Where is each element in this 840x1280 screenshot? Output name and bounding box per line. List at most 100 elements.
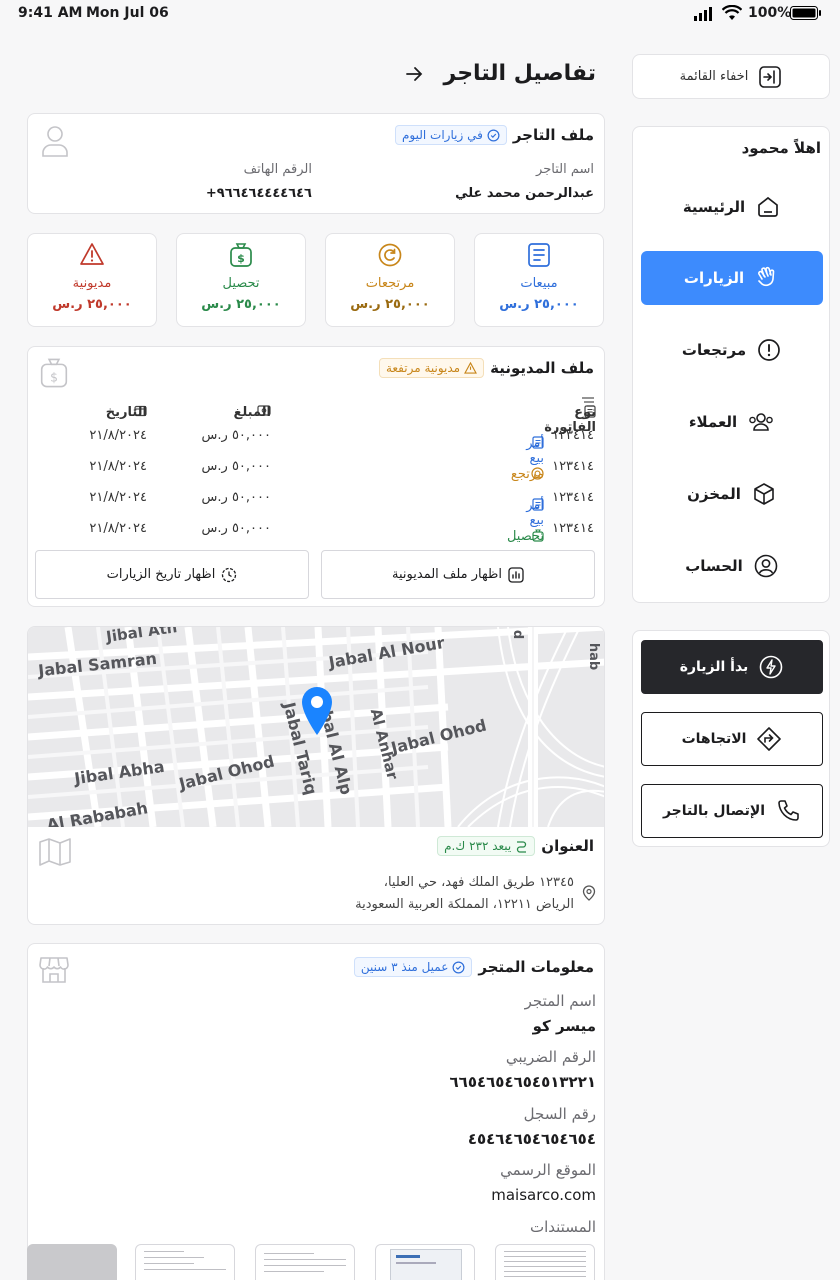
- check-badge-icon: [452, 961, 465, 974]
- sidebar-nav: اهلاً محمود الرئيسية الزيارات مرتجعات ال…: [632, 126, 830, 603]
- phone-icon: [775, 798, 801, 824]
- customer-since-badge-text: عميل منذ ٣ سنين: [360, 960, 449, 974]
- today-visits-badge-text: في زيارات اليوم: [402, 128, 483, 142]
- map-view[interactable]: Jibal Ath Jabal Samran Jabal Al Nour Jeb…: [28, 627, 604, 827]
- invoice-type: تحصيل: [506, 529, 544, 544]
- hide-menu-button[interactable]: اخفاء القائمة: [632, 54, 830, 99]
- sidebar-item-visits[interactable]: الزيارات: [641, 251, 823, 305]
- battery-percent: 100%: [748, 5, 792, 21]
- alert-circle-icon: [756, 337, 782, 363]
- stat-sales[interactable]: مبيعات ٢٥,٠٠٠ ر.س: [474, 233, 604, 327]
- money-bag-icon: $: [38, 357, 70, 393]
- store-website-link[interactable]: maisarco.com: [491, 1186, 596, 1204]
- show-debt-file-label: اظهار ملف المديونية: [392, 567, 502, 582]
- store-title: معلومات المتجر: [478, 958, 594, 976]
- status-date: Mon Jul 06: [86, 5, 169, 21]
- invoice-date: ٢١/٨/٢٠٢٤: [89, 521, 147, 536]
- col-date-header: التاريخ: [105, 405, 147, 420]
- store-field-label: الرقم الضريبي: [505, 1048, 596, 1066]
- start-visit-label: بدأ الزيارة: [679, 659, 749, 675]
- hide-menu-label: اخفاء القائمة: [679, 69, 749, 84]
- table-row[interactable]: ١٢٣٤١٤ تحصيل ٥٠,٠٠٠ ر.س ٢١/٨/٢٠٢٤: [28, 513, 604, 544]
- table-row[interactable]: ١٢٣٤١٤ أمر بيع ٥٠,٠٠٠ ر.س ٢١/٨/٢٠٢٤: [28, 482, 604, 528]
- phone-label: الرقم الهاتف: [243, 162, 312, 177]
- sidebar-item-account[interactable]: الحساب: [641, 539, 823, 593]
- invoice-id: ١٢٣٤١٤: [552, 490, 594, 505]
- stat-name: مديونية: [72, 276, 112, 291]
- invoice-type: مرتجع: [510, 467, 544, 482]
- phone-value: +٩٦٦٤٦٤٤٤٤٦٤٦: [205, 186, 312, 201]
- start-visit-button[interactable]: بدأ الزيارة: [641, 640, 823, 694]
- merchant-name-label: اسم التاجر: [536, 162, 594, 177]
- store-field-value: ٦٦٥٤٦٥٤٦٥٤٥١٣٢٢١: [449, 1073, 596, 1091]
- document-thumbnail[interactable]: [255, 1244, 355, 1280]
- status-time: 9:41 AM: [18, 5, 83, 21]
- box-icon: [751, 481, 777, 507]
- route-icon: [515, 840, 528, 853]
- sidebar-item-customers[interactable]: العملاء: [641, 395, 823, 449]
- merchant-name-value: عبدالرحمن محمد علي: [455, 186, 594, 201]
- collapse-sidebar-icon: [758, 65, 782, 89]
- stat-debt[interactable]: مديونية ٢٥,٠٠٠ ر.س: [27, 233, 157, 327]
- sidebar-item-home[interactable]: الرئيسية: [641, 180, 823, 234]
- stat-amount: ٢٥,٠٠٠ ر.س: [201, 297, 281, 312]
- address-line-1: ١٢٣٤٥ طريق الملك فهد، حي العليا،: [383, 875, 574, 890]
- document-thumbnail[interactable]: [27, 1244, 117, 1280]
- user-avatar-icon: [40, 124, 70, 162]
- arrow-right-icon[interactable]: [404, 64, 424, 84]
- sidebar-item-label: العملاء: [688, 413, 738, 431]
- signal-icon: [694, 7, 716, 25]
- stat-collection[interactable]: $ تحصيل ٢٥,٠٠٠ ر.س: [176, 233, 306, 327]
- stat-returns[interactable]: مرتجعات ٢٥,٠٠٠ ر.س: [325, 233, 455, 327]
- document-thumbnail[interactable]: [495, 1244, 595, 1280]
- invoice-id: ١٢٣٤١٤: [552, 459, 594, 474]
- warning-triangle-icon: [79, 242, 105, 268]
- address-title: العنوان: [541, 837, 594, 855]
- merchant-profile-card: ملف التاجر في زيارات اليوم اسم التاجر عب…: [27, 113, 605, 214]
- stat-name: مبيعات: [520, 276, 558, 291]
- stat-amount: ٢٥,٠٠٠ ر.س: [52, 297, 132, 312]
- stat-name: مرتجعات: [365, 276, 415, 291]
- sidebar-item-label: المخزن: [687, 485, 741, 503]
- store-info-card: معلومات المتجر عميل منذ ٣ سنين اسم المتج…: [27, 943, 605, 1280]
- store-field-value: ٤٥٤٦٤٦٥٤٦٥٤٦٥٤: [467, 1130, 596, 1148]
- show-debt-file-button[interactable]: اظهار ملف المديونية: [321, 550, 595, 599]
- invoice-amount: ٥٠,٠٠٠ ر.س: [201, 428, 271, 443]
- battery-icon: [790, 6, 822, 25]
- customer-since-badge: عميل منذ ٣ سنين: [353, 957, 473, 977]
- directions-button[interactable]: الاتجاهات: [641, 712, 823, 766]
- table-row[interactable]: ١٢٣٤١٤ أمر بيع ٥٠,٠٠٠ ر.س ٢١/٨/٢٠٢٤: [28, 420, 604, 466]
- sidebar-item-label: الزيارات: [683, 269, 745, 287]
- check-badge-icon: [487, 129, 500, 142]
- sidebar-item-label: الحساب: [685, 557, 743, 575]
- sidebar-item-label: مرتجعات: [681, 341, 747, 359]
- warning-icon: [464, 362, 478, 374]
- wifi-icon: [721, 4, 743, 25]
- location-pin-icon: [582, 885, 596, 905]
- directions-icon: [756, 726, 782, 752]
- map-pin-icon[interactable]: [300, 685, 334, 741]
- refresh-icon: [377, 242, 403, 268]
- table-row[interactable]: ١٢٣٤١٤ مرتجع ٥٠,٠٠٠ ر.س ٢١/٨/٢٠٢٤: [28, 451, 604, 482]
- debt-card: ملف المديونية مديونية مرتفعة $ نوع الفات…: [27, 346, 605, 607]
- sidebar-item-label: الرئيسية: [682, 198, 746, 216]
- bar-chart-icon: [508, 566, 524, 583]
- storefront-icon: [38, 954, 70, 990]
- users-icon: [747, 409, 775, 435]
- user-circle-icon: [753, 553, 779, 579]
- store-field-label: اسم المتجر: [524, 992, 596, 1010]
- status-bar: 9:41 AM Mon Jul 06 100%: [0, 0, 840, 26]
- document-thumbnail[interactable]: [375, 1244, 475, 1280]
- high-debt-badge-text: مديونية مرتفعة: [385, 361, 461, 375]
- call-merchant-button[interactable]: الإتصال بالتاجر: [641, 784, 823, 838]
- show-visit-history-button[interactable]: اظهار تاريخ الزيارات: [35, 550, 309, 599]
- sidebar-item-warehouse[interactable]: المخزن: [641, 467, 823, 521]
- sidebar-actions: بدأ الزيارة الاتجاهات الإتصال بالتاجر: [632, 630, 830, 847]
- address-line-2: الرياض ١٢٢١١، المملكة العربية السعودية: [355, 897, 574, 912]
- show-visit-history-label: اظهار تاريخ الزيارات: [106, 567, 216, 582]
- stat-amount: ٢٥,٠٠٠ ر.س: [350, 297, 430, 312]
- document-thumbnail[interactable]: [135, 1244, 235, 1280]
- sidebar-item-returns[interactable]: مرتجعات: [641, 323, 823, 377]
- map-label: hab: [586, 642, 602, 671]
- debt-table-header: نوع الفاتورة المبلغ التاريخ: [28, 389, 604, 435]
